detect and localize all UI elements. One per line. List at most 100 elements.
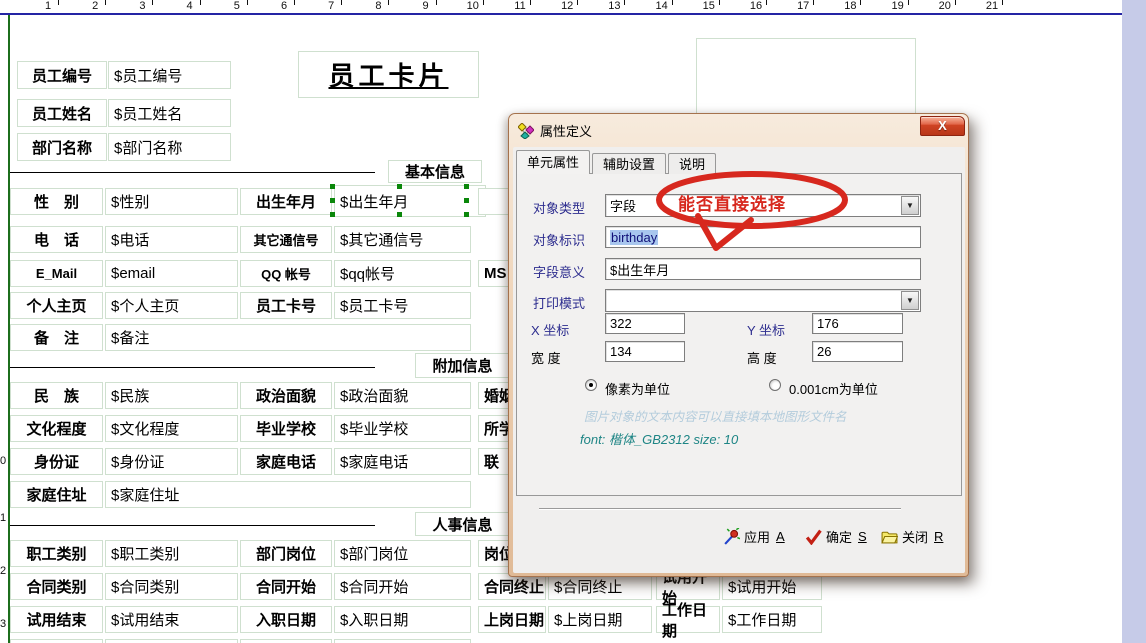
close-button[interactable]: X	[920, 116, 965, 136]
selection-handle[interactable]	[464, 184, 469, 189]
tab-description[interactable]: 说明	[668, 153, 716, 174]
card-title-cell[interactable]: 员工卡片	[298, 51, 479, 98]
field-value-cell[interactable]: $员工编号	[108, 61, 231, 89]
x-coord-label: X 坐标	[531, 320, 569, 339]
field-value-cell[interactable]: $员工姓名	[108, 99, 231, 127]
field-value-cell[interactable]: $入职日期	[334, 606, 471, 633]
field-label-cell[interactable]: 入职日期	[240, 606, 332, 633]
field-label-cell[interactable]: E_Mail	[10, 260, 103, 287]
dialog-client-area: 单元属性 辅助设置 说明 对象类型 字段 ▼ 对象标识 birthday 字段意…	[513, 147, 965, 573]
field-label-cell[interactable]: 工作日期	[656, 606, 720, 633]
field-label-cell[interactable]: 身份证	[10, 448, 103, 475]
field-value-cell[interactable]: $个人主页	[105, 292, 238, 319]
field-label-cell[interactable]: 合同开始	[240, 573, 332, 600]
apply-label: 应用	[744, 527, 770, 546]
field-value-cell[interactable]: $合同开始	[334, 573, 471, 600]
chevron-down-icon[interactable]: ▼	[901, 196, 919, 215]
field-value-cell[interactable]: $身份证	[105, 448, 238, 475]
field-value-cell[interactable]: $部门名称	[108, 133, 231, 161]
height-input[interactable]: 26	[812, 341, 903, 362]
field-label-cell[interactable]: 职工类别	[10, 540, 103, 567]
section-header[interactable]: 人事信息	[415, 512, 510, 536]
ruler-tick	[436, 0, 437, 5]
selection-handle[interactable]	[330, 184, 335, 189]
field-value-cell[interactable]: $试用结束	[105, 606, 238, 633]
field-label-cell[interactable]: 民 族	[10, 382, 103, 409]
field-value-cell[interactable]: $文化程度	[105, 415, 238, 442]
field-label-cell[interactable]: 合同终止	[478, 573, 546, 600]
field-value-cell[interactable]: $民族	[105, 382, 238, 409]
selection-handle[interactable]	[464, 212, 469, 217]
field-value-cell[interactable]: $职工类别	[105, 540, 238, 567]
chevron-down-icon[interactable]: ▼	[901, 291, 919, 310]
x-coord-input[interactable]: 322	[605, 313, 685, 334]
ruler-number: 19	[889, 0, 907, 12]
field-value-cell[interactable]: $家庭电话	[334, 448, 471, 475]
radio-pixel-unit[interactable]	[585, 379, 597, 391]
width-input[interactable]: 134	[605, 341, 685, 362]
field-label-cell[interactable]: 政治面貌	[240, 382, 332, 409]
field-label-cell[interactable]: 部门名称	[17, 133, 107, 161]
print-mode-combo[interactable]: ▼	[605, 289, 921, 312]
field-label-cell[interactable]: 电 话	[10, 226, 103, 253]
field-label-cell[interactable]: 员工编号	[17, 61, 107, 89]
selection-handle[interactable]	[397, 184, 402, 189]
radio-cm-unit[interactable]	[769, 379, 781, 391]
dialog-titlebar[interactable]: 属性定义 X	[509, 114, 968, 147]
field-value-cell[interactable]: $合同终止	[548, 573, 652, 600]
field-value-cell[interactable]: $性别	[105, 188, 238, 215]
field-label-cell[interactable]: 上岗日期	[478, 606, 546, 633]
field-label-cell[interactable]: QQ 帐号	[240, 260, 332, 287]
field-label-cell[interactable]: 文化程度	[10, 415, 103, 442]
field-label-cell[interactable]: 备 注	[10, 324, 103, 351]
field-value-cell[interactable]: $qq帐号	[334, 260, 471, 287]
close-dialog-button[interactable]: 关闭R	[881, 527, 943, 546]
field-value-cell[interactable]: $政治面貌	[334, 382, 471, 409]
field-value-cell[interactable]: $上岗日期	[548, 606, 652, 633]
field-value-cell[interactable]: $其它通信号	[334, 226, 471, 253]
field-label-cell[interactable]	[10, 639, 103, 643]
field-label-cell[interactable]: 合同类别	[10, 573, 103, 600]
object-type-combo[interactable]: 字段 ▼	[605, 194, 921, 217]
field-label-cell[interactable]: 试用结束	[10, 606, 103, 633]
field-value-cell[interactable]: $家庭住址	[105, 481, 471, 508]
selection-handle[interactable]	[464, 198, 469, 203]
ok-button[interactable]: 确定S	[805, 527, 867, 546]
apply-button[interactable]: 应用A	[723, 527, 785, 546]
y-coord-input[interactable]: 176	[812, 313, 903, 334]
field-label-cell[interactable]: 性 别	[10, 188, 103, 215]
field-value-cell[interactable]: $电话	[105, 226, 238, 253]
field-meaning-input[interactable]: $出生年月	[605, 258, 921, 280]
selection-handle[interactable]	[330, 212, 335, 217]
field-label-cell[interactable]: 员工卡号	[240, 292, 332, 319]
field-value-cell[interactable]: $合同类别	[105, 573, 238, 600]
height-label: 高 度	[747, 348, 777, 367]
field-value-cell[interactable]: $email	[105, 260, 238, 287]
field-value-cell[interactable]: $毕业学校	[334, 415, 471, 442]
field-label-cell[interactable]: 部门岗位	[240, 540, 332, 567]
field-label-cell[interactable]: 员工姓名	[17, 99, 107, 127]
field-label-cell[interactable]: 其它通信号	[240, 226, 332, 253]
field-label-cell[interactable]: 毕业学校	[240, 415, 332, 442]
tab-cell-properties[interactable]: 单元属性	[516, 150, 590, 174]
object-id-input[interactable]: birthday	[605, 226, 921, 248]
button-separator	[539, 508, 901, 510]
selection-handle[interactable]	[397, 212, 402, 217]
field-label-cell[interactable]: 试用开始	[656, 573, 720, 600]
field-label-cell[interactable]: 家庭电话	[240, 448, 332, 475]
field-label-cell[interactable]: 出生年月	[240, 188, 332, 215]
brush-icon	[723, 528, 740, 545]
field-value-cell[interactable]: $部门岗位	[334, 540, 471, 567]
field-label-cell[interactable]: 个人主页	[10, 292, 103, 319]
section-header[interactable]: 附加信息	[415, 353, 510, 378]
field-value-cell[interactable]: $工作日期	[722, 606, 822, 633]
section-header[interactable]: 基本信息	[388, 160, 482, 183]
selection-handle[interactable]	[330, 198, 335, 203]
check-icon	[805, 529, 822, 545]
field-value-cell[interactable]: $备注	[105, 324, 471, 351]
right-scrollbar-strip[interactable]	[1122, 0, 1146, 643]
field-label-cell[interactable]: 家庭住址	[10, 481, 103, 508]
tab-aux-settings[interactable]: 辅助设置	[592, 153, 666, 174]
field-value-cell[interactable]: $员工卡号	[334, 292, 471, 319]
field-value-cell[interactable]: $试用开始	[722, 573, 822, 600]
